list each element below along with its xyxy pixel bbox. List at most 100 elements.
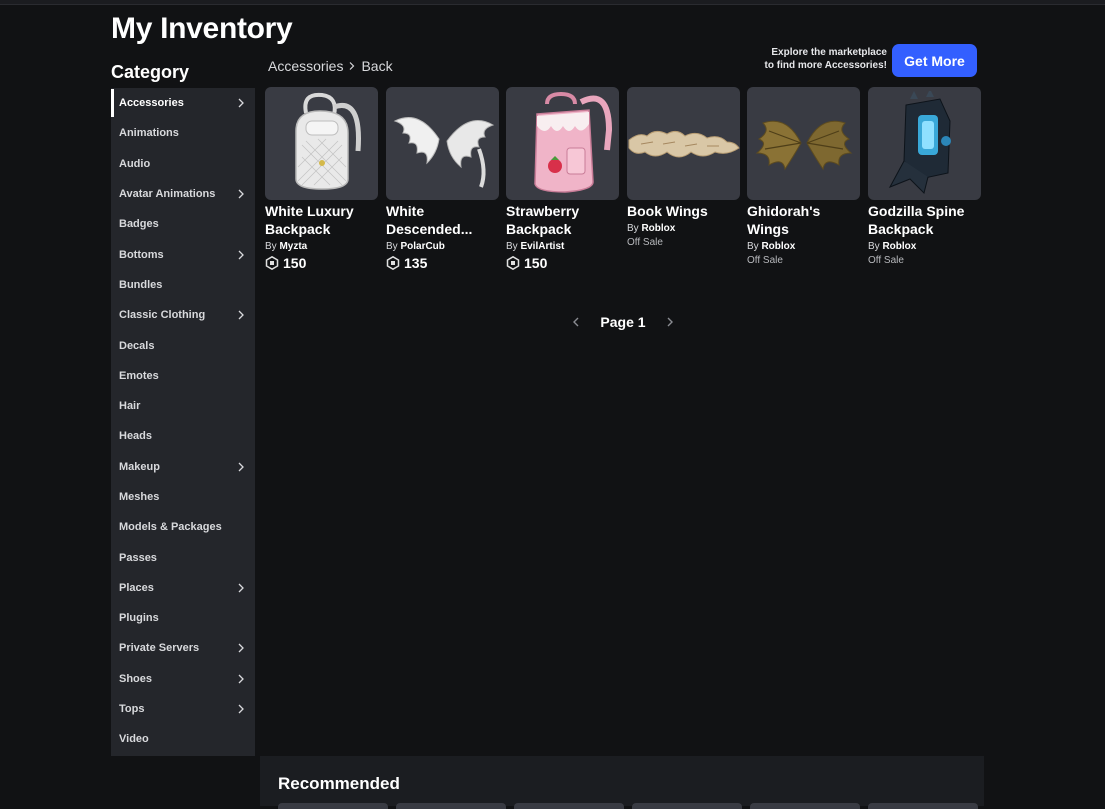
creator-name[interactable]: Myzta <box>279 241 307 252</box>
chevron-right-icon <box>238 583 244 593</box>
sidebar-item-private-servers[interactable]: Private Servers <box>111 633 255 663</box>
creator-name[interactable]: PolarCub <box>400 241 444 252</box>
item-thumbnail[interactable] <box>265 87 378 200</box>
get-more-button[interactable]: Get More <box>892 44 977 77</box>
sidebar-item-video[interactable]: Video <box>111 724 255 754</box>
sidebar-item-accessories[interactable]: Accessories <box>111 88 255 118</box>
item-card[interactable]: Ghidorah's Wings By Roblox Off Sale <box>747 87 860 268</box>
sidebar-item-label: Emotes <box>119 369 159 382</box>
sidebar-item-plugins[interactable]: Plugins <box>111 603 255 633</box>
item-card[interactable]: White Luxury Backpack By Myzta 150 <box>265 87 378 271</box>
price-value: 150 <box>524 255 548 271</box>
sidebar-item-badges[interactable]: Badges <box>111 209 255 239</box>
item-thumbnail[interactable] <box>747 87 860 200</box>
sidebar-item-passes[interactable]: Passes <box>111 542 255 572</box>
sidebar-item-meshes[interactable]: Meshes <box>111 482 255 512</box>
item-name[interactable]: Godzilla Spine Backpack <box>868 202 981 238</box>
item-card[interactable]: Godzilla Spine Backpack By Roblox Off Sa… <box>868 87 981 268</box>
item-name[interactable]: Book Wings <box>627 202 740 220</box>
sidebar-item-makeup[interactable]: Makeup <box>111 452 255 482</box>
item-creator: By PolarCub <box>386 240 499 254</box>
item-name[interactable]: White Descended... <box>386 202 499 238</box>
page-title: My Inventory <box>111 12 293 45</box>
sidebar-item-label: Models & Packages <box>119 521 222 534</box>
sidebar-item-classic-clothing[interactable]: Classic Clothing <box>111 300 255 330</box>
robux-icon <box>265 256 279 270</box>
sidebar-item-label: Classic Clothing <box>119 309 206 322</box>
recommended-item-thumbnail[interactable] <box>278 803 388 809</box>
creator-name[interactable]: EvilArtist <box>520 241 564 252</box>
chevron-right-icon <box>238 462 244 472</box>
chevron-right-icon <box>350 62 355 70</box>
robux-icon <box>386 256 400 270</box>
sidebar-item-label: Tops <box>119 703 145 716</box>
recommended-item-thumbnail[interactable] <box>750 803 860 809</box>
spine-backpack-icon <box>888 90 951 194</box>
item-card[interactable]: Book Wings By Roblox Off Sale <box>627 87 740 250</box>
item-thumbnail[interactable] <box>868 87 981 200</box>
inventory-grid: White Luxury Backpack By Myzta 150 White… <box>265 87 981 277</box>
sidebar-item-label: Hair <box>119 400 141 413</box>
recommended-item-thumbnail[interactable] <box>514 803 624 809</box>
by-label: By <box>265 241 277 252</box>
recommended-item-thumbnail[interactable] <box>632 803 742 809</box>
promo-line-1: Explore the marketplace <box>771 47 887 58</box>
off-sale-label: Off Sale <box>627 237 663 248</box>
sidebar-item-label: Animations <box>119 127 179 140</box>
recommended-strip <box>278 803 978 809</box>
creator-name[interactable]: Roblox <box>761 241 795 252</box>
sidebar-item-places[interactable]: Places <box>111 573 255 603</box>
item-name[interactable]: Strawberry Backpack <box>506 202 619 238</box>
top-bar <box>0 0 1105 5</box>
sidebar-item-label: Places <box>119 581 154 594</box>
item-name[interactable]: Ghidorah's Wings <box>747 202 860 238</box>
sidebar-item-label: Shoes <box>119 672 153 685</box>
pink-backpack-icon <box>533 91 612 193</box>
sidebar-item-bottoms[interactable]: Bottoms <box>111 239 255 269</box>
sidebar-item-animations[interactable]: Animations <box>111 118 255 148</box>
off-sale-label: Off Sale <box>747 255 783 266</box>
sidebar-item-label: Makeup <box>119 460 160 473</box>
book-wings-icon <box>628 130 740 157</box>
sidebar-item-shoes[interactable]: Shoes <box>111 664 255 694</box>
breadcrumb-current: Accessories <box>268 58 344 74</box>
item-card[interactable]: White Descended... By PolarCub 135 <box>386 87 499 271</box>
pagination: Page 1 <box>570 312 676 332</box>
back-link[interactable]: Back <box>361 58 392 74</box>
item-thumbnail[interactable] <box>627 87 740 200</box>
promo-line-2: to find more Accessories! <box>764 60 887 71</box>
price-value: 150 <box>283 255 307 271</box>
sidebar-item-label: Avatar Animations <box>119 188 216 201</box>
dragon-wings-icon <box>755 120 852 170</box>
sidebar-item-emotes[interactable]: Emotes <box>111 361 255 391</box>
sidebar-item-audio[interactable]: Audio <box>111 149 255 179</box>
item-card[interactable]: Strawberry Backpack By EvilArtist 150 <box>506 87 619 271</box>
white-wings-icon <box>393 116 494 188</box>
creator-name[interactable]: Roblox <box>882 241 916 252</box>
item-thumbnail[interactable] <box>386 87 499 200</box>
item-price: 135 <box>386 255 499 271</box>
chevron-right-icon[interactable] <box>664 316 676 328</box>
sidebar-item-label: Badges <box>119 218 159 231</box>
recommended-title: Recommended <box>278 774 400 793</box>
sidebar-item-label: Decals <box>119 339 155 352</box>
sidebar-item-heads[interactable]: Heads <box>111 421 255 451</box>
creator-name[interactable]: Roblox <box>641 223 675 234</box>
sidebar-item-decals[interactable]: Decals <box>111 330 255 360</box>
sidebar-item-avatar-animations[interactable]: Avatar Animations <box>111 179 255 209</box>
sidebar-item-label: Private Servers <box>119 642 200 655</box>
sidebar-item-label: Passes <box>119 551 157 564</box>
sidebar-item-bundles[interactable]: Bundles <box>111 270 255 300</box>
chevron-right-icon <box>238 98 244 108</box>
sidebar-item-tops[interactable]: Tops <box>111 694 255 724</box>
sidebar-item-models-packages[interactable]: Models & Packages <box>111 512 255 542</box>
item-thumbnail[interactable] <box>506 87 619 200</box>
recommended-item-thumbnail[interactable] <box>396 803 506 809</box>
marketplace-promo: Explore the marketplace to find more Acc… <box>740 46 887 72</box>
recommended-section: Recommended <box>260 756 984 809</box>
recommended-item-thumbnail[interactable] <box>868 803 978 809</box>
chevron-left-icon[interactable] <box>570 316 582 328</box>
sidebar-item-hair[interactable]: Hair <box>111 391 255 421</box>
by-label: By <box>747 241 759 252</box>
item-name[interactable]: White Luxury Backpack <box>265 202 378 238</box>
